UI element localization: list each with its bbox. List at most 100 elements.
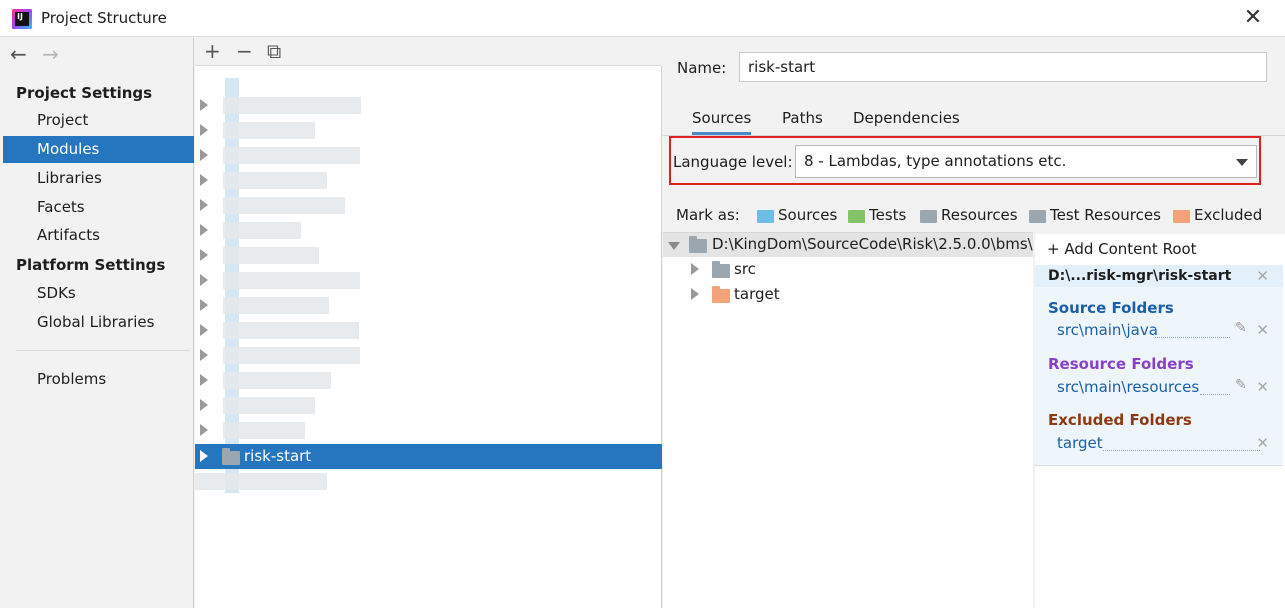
tree-row[interactable] bbox=[195, 318, 662, 343]
module-name: risk-start bbox=[244, 447, 312, 465]
chevron-down-icon[interactable] bbox=[1236, 159, 1248, 166]
path-leader bbox=[1103, 450, 1260, 451]
expand-arrow-icon[interactable] bbox=[200, 124, 208, 136]
module-details-panel: Name: risk-start Sources Paths Dependenc… bbox=[663, 38, 1285, 608]
expand-arrow-icon[interactable] bbox=[200, 399, 208, 411]
expand-arrow-icon[interactable] bbox=[691, 288, 699, 300]
content-root-header: D:\...risk-mgr\risk-start ✕ bbox=[1035, 265, 1283, 287]
path-leader bbox=[1200, 394, 1230, 395]
mark-as-label: Mark as: bbox=[676, 206, 740, 224]
target-folder-label: target bbox=[734, 285, 780, 303]
module-folder-icon bbox=[222, 448, 240, 465]
tab-dependencies[interactable]: Dependencies bbox=[853, 109, 960, 127]
expand-arrow-icon[interactable] bbox=[200, 224, 208, 236]
tree-row[interactable] bbox=[195, 368, 662, 393]
edit-pencil-icon[interactable]: ✎ bbox=[1235, 377, 1247, 393]
source-folder-path[interactable]: src\main\java bbox=[1057, 321, 1158, 339]
settings-sidebar: ← → Project Settings Project Modules Libr… bbox=[0, 38, 194, 608]
excluded-folder-path[interactable]: target bbox=[1057, 434, 1103, 452]
expand-arrow-icon[interactable] bbox=[200, 99, 208, 111]
expand-arrow-icon[interactable] bbox=[200, 249, 208, 261]
tree-row[interactable] bbox=[195, 469, 662, 494]
tree-row[interactable] bbox=[195, 143, 662, 168]
forward-arrow-icon[interactable]: → bbox=[42, 42, 64, 66]
expand-arrow-icon[interactable] bbox=[200, 349, 208, 361]
tree-row-selected-module[interactable]: risk-start bbox=[195, 444, 662, 469]
platform-settings-heading: Platform Settings bbox=[16, 256, 166, 274]
src-folder-label: src bbox=[734, 260, 756, 278]
sidebar-item-global-libraries[interactable]: Global Libraries bbox=[3, 309, 194, 336]
content-root-label: D:\...risk-mgr\risk-start bbox=[1048, 268, 1232, 284]
language-level-highlight: Language level: 8 - Lambdas, type annota… bbox=[669, 136, 1261, 185]
excluded-folders-heading: Excluded Folders bbox=[1048, 411, 1192, 429]
sidebar-item-project[interactable]: Project bbox=[3, 107, 194, 134]
copy-module-button[interactable]: ⧉ bbox=[267, 39, 281, 63]
window-title: Project Structure bbox=[41, 9, 167, 27]
blurred-module-name bbox=[223, 97, 361, 114]
intellij-app-icon: IJ bbox=[12, 9, 32, 29]
remove-root-close-icon[interactable]: ✕ bbox=[1256, 265, 1269, 287]
language-level-dropdown[interactable]: 8 - Lambdas, type annotations etc. bbox=[795, 145, 1257, 178]
sidebar-item-sdks[interactable]: SDKs bbox=[3, 280, 194, 307]
close-icon[interactable]: ✕ bbox=[1238, 4, 1268, 32]
name-label: Name: bbox=[677, 59, 727, 77]
tree-row[interactable] bbox=[195, 193, 662, 218]
remove-close-icon[interactable]: ✕ bbox=[1256, 321, 1269, 339]
expand-arrow-icon[interactable] bbox=[200, 324, 208, 336]
tree-row[interactable] bbox=[195, 343, 662, 368]
expand-arrow-icon[interactable] bbox=[200, 149, 208, 161]
nav-arrows: ← → bbox=[10, 42, 64, 66]
remove-close-icon[interactable]: ✕ bbox=[1256, 434, 1269, 452]
blurred-module-name bbox=[223, 397, 315, 414]
remove-close-icon[interactable]: ✕ bbox=[1256, 378, 1269, 396]
tree-row-target[interactable]: target bbox=[663, 282, 1033, 307]
sidebar-item-facets[interactable]: Facets bbox=[3, 194, 194, 221]
module-list-panel: + − ⧉ risk-start bbox=[195, 38, 662, 608]
tree-row[interactable] bbox=[195, 418, 662, 443]
sources-folder-icon bbox=[757, 210, 774, 223]
sidebar-item-libraries[interactable]: Libraries bbox=[3, 165, 194, 192]
tree-row[interactable] bbox=[195, 243, 662, 268]
tree-row[interactable] bbox=[195, 393, 662, 418]
blurred-module-name bbox=[223, 422, 305, 439]
expand-arrow-icon[interactable] bbox=[691, 263, 699, 275]
module-name-input[interactable]: risk-start bbox=[739, 52, 1267, 82]
src-folder-icon bbox=[712, 261, 730, 278]
sidebar-item-artifacts[interactable]: Artifacts bbox=[3, 222, 194, 249]
tree-row-src[interactable]: src bbox=[663, 257, 1033, 282]
tab-paths[interactable]: Paths bbox=[782, 109, 823, 127]
tree-row[interactable] bbox=[195, 93, 662, 118]
tree-row[interactable] bbox=[195, 118, 662, 143]
expand-arrow-icon[interactable] bbox=[200, 199, 208, 211]
root-folder-icon bbox=[689, 236, 707, 253]
project-settings-heading: Project Settings bbox=[16, 84, 153, 102]
expand-arrow-icon[interactable] bbox=[200, 450, 208, 462]
module-toolbar: + − ⧉ bbox=[195, 38, 662, 66]
content-roots-panel: + Add Content Root D:\...risk-mgr\risk-s… bbox=[1035, 234, 1285, 608]
sidebar-item-modules[interactable]: Modules bbox=[3, 136, 194, 163]
collapse-arrow-icon[interactable] bbox=[668, 242, 680, 250]
blurred-module-name bbox=[223, 172, 327, 189]
add-content-root-button[interactable]: + Add Content Root bbox=[1047, 240, 1197, 258]
tab-sources[interactable]: Sources bbox=[692, 109, 752, 135]
blurred-module-name bbox=[223, 222, 301, 239]
resources-folder-icon bbox=[920, 210, 937, 223]
tree-row[interactable] bbox=[195, 293, 662, 318]
expand-arrow-icon[interactable] bbox=[200, 274, 208, 286]
remove-module-button[interactable]: − bbox=[236, 39, 253, 63]
resource-folder-path[interactable]: src\main\resources bbox=[1057, 378, 1199, 396]
folders-list: Source Folders src\main\java ✎ ✕ Resourc… bbox=[1035, 287, 1283, 466]
tree-row[interactable] bbox=[195, 218, 662, 243]
expand-arrow-icon[interactable] bbox=[200, 424, 208, 436]
expand-arrow-icon[interactable] bbox=[200, 299, 208, 311]
tree-row[interactable] bbox=[195, 168, 662, 193]
tree-row[interactable] bbox=[195, 268, 662, 293]
expand-arrow-icon[interactable] bbox=[200, 374, 208, 386]
sidebar-item-problems[interactable]: Problems bbox=[3, 366, 194, 393]
add-module-button[interactable]: + bbox=[204, 39, 221, 63]
content-root-row[interactable]: D:\KingDom\SourceCode\Risk\2.5.0.0\bms\r bbox=[663, 233, 1033, 257]
test-resources-folder-icon bbox=[1029, 210, 1046, 223]
edit-pencil-icon[interactable]: ✎ bbox=[1235, 320, 1247, 336]
expand-arrow-icon[interactable] bbox=[200, 174, 208, 186]
back-arrow-icon[interactable]: ← bbox=[10, 42, 32, 66]
